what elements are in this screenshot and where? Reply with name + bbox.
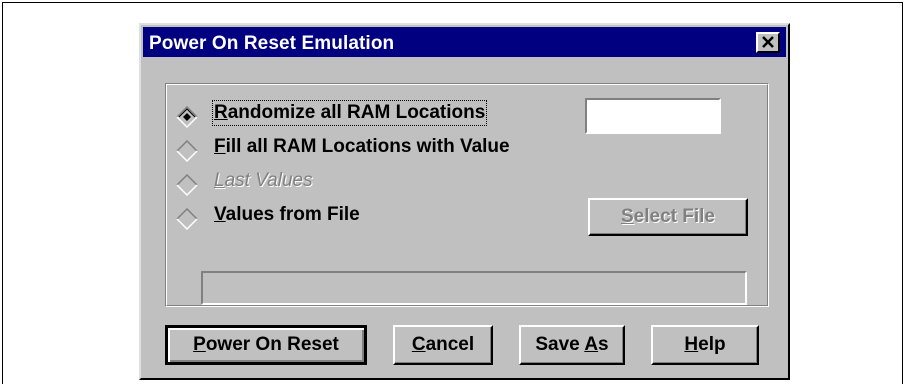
power-on-reset-dialog: Power On Reset Emulation Randomize all R…	[139, 23, 790, 380]
radio-diamond-selected-icon	[176, 106, 198, 128]
radio-diamond-disabled-icon	[176, 174, 198, 196]
radio-diamond-icon	[176, 208, 198, 230]
radio-values-from-file-label: Values from File	[214, 204, 360, 225]
save-as-button[interactable]: Save As	[519, 325, 625, 365]
radio-fill-value-label: Fill all RAM Locations with Value	[214, 136, 510, 157]
close-button[interactable]	[756, 32, 780, 53]
close-x-icon	[762, 36, 774, 48]
fill-value-input[interactable]	[585, 98, 721, 134]
select-file-button[interactable]: Select File	[588, 198, 748, 236]
power-on-reset-button[interactable]: Power On Reset	[165, 325, 367, 365]
radio-last-values-label: Last Values	[214, 170, 313, 191]
title-bar: Power On Reset Emulation	[143, 27, 786, 57]
radio-diamond-icon	[176, 140, 198, 162]
dialog-title: Power On Reset Emulation	[149, 33, 395, 54]
help-button[interactable]: Help	[651, 325, 759, 365]
radio-randomize-label: Randomize all RAM Locations	[211, 100, 488, 126]
cancel-button[interactable]: Cancel	[393, 325, 493, 365]
file-path-field	[201, 271, 747, 305]
